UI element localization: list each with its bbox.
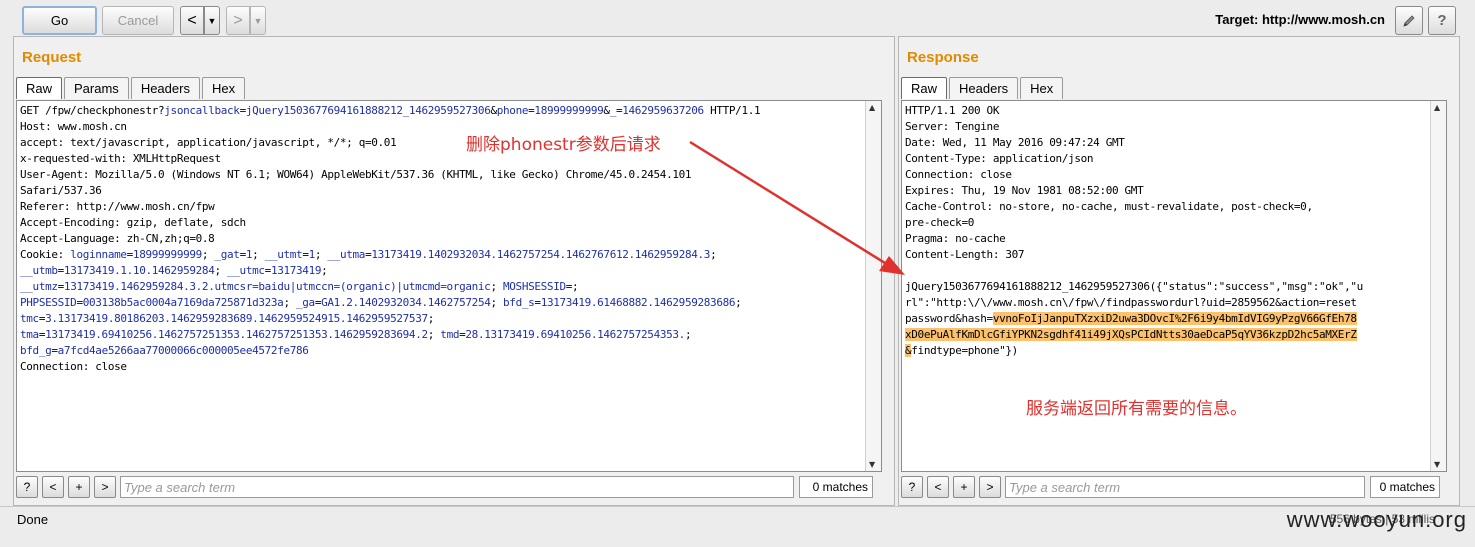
annotation-arrow	[689, 140, 905, 275]
status-bar: Done 556 bytes | 53 millis www.wooyun.or…	[0, 506, 1475, 547]
response-annotation: 服务端返回所有需要的信息。	[1026, 399, 1247, 419]
watermark: www.wooyun.org	[1286, 507, 1467, 532]
status-text: Done	[17, 512, 49, 527]
